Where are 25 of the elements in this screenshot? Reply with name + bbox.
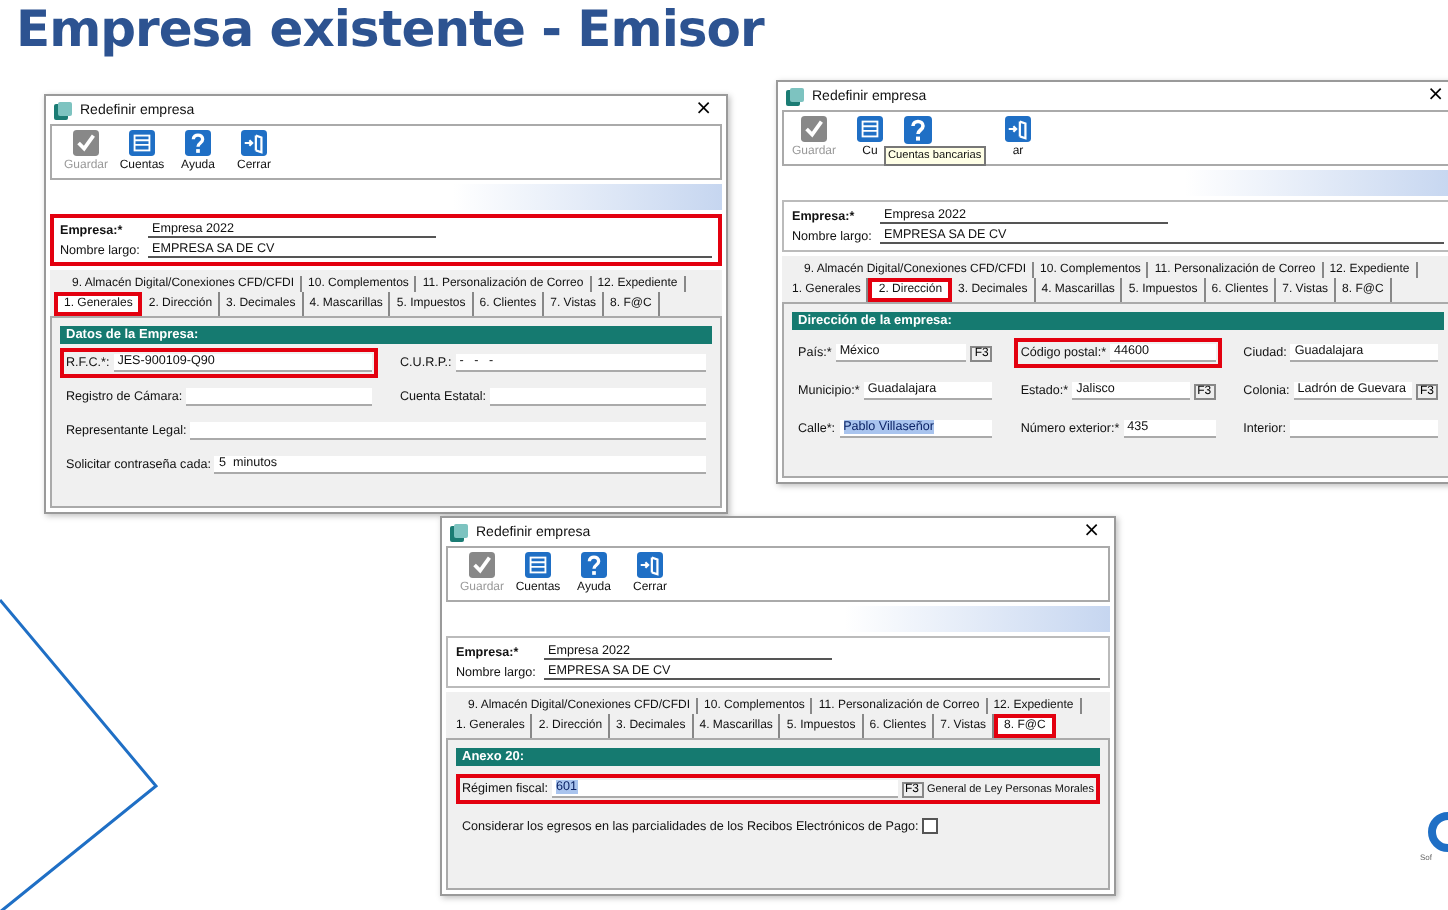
logo-icon: [1428, 812, 1448, 852]
close-button[interactable]: ×: [689, 100, 718, 120]
text-field[interactable]: [186, 388, 372, 406]
help-icon: [904, 116, 933, 144]
exit-icon: [636, 552, 664, 578]
close-button[interactable]: ×: [1077, 522, 1106, 542]
check-icon: [72, 130, 100, 156]
help-icon: [580, 552, 608, 578]
text-field[interactable]: [490, 388, 706, 406]
list-icon: [128, 130, 156, 156]
help-icon: [184, 130, 212, 156]
exit-icon: [240, 130, 268, 156]
app-icon: [786, 87, 804, 105]
slide-title: Empresa existente - Emisor: [16, 0, 764, 58]
check-icon: [800, 116, 828, 142]
app-icon: [54, 101, 72, 119]
checkbox[interactable]: [922, 818, 939, 834]
list-icon: [856, 116, 885, 142]
check-icon: [468, 552, 496, 578]
close-button[interactable]: ×: [1421, 86, 1448, 106]
text-field[interactable]: [1290, 420, 1438, 438]
list-icon: [524, 552, 552, 578]
exit-icon: [1004, 116, 1033, 142]
text-field[interactable]: [190, 422, 706, 440]
app-icon: [450, 523, 468, 541]
